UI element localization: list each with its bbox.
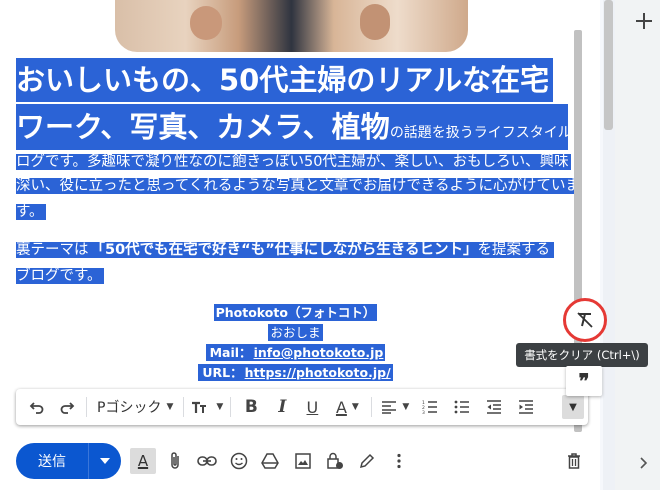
toolbar-divider bbox=[371, 397, 373, 417]
chevron-down-icon: ▼ bbox=[351, 402, 359, 412]
chevron-down-icon: ▼ bbox=[166, 402, 174, 412]
caret-down-icon bbox=[100, 458, 110, 464]
page-scrollbar[interactable] bbox=[604, 0, 613, 130]
formatting-options-button[interactable]: A bbox=[130, 448, 156, 474]
text-color-icon: A bbox=[335, 397, 347, 417]
signature-mail-link[interactable]: info@photokoto.jp bbox=[254, 345, 384, 360]
italic-button[interactable]: I bbox=[267, 393, 297, 421]
chevron-down-icon: ▼ bbox=[216, 402, 224, 412]
send-options-button[interactable] bbox=[88, 443, 121, 479]
paragraph-2-line-1: 裏テーマは 「50代でも在宅で好き“も”仕事にしながら生きるヒント」を提案する bbox=[16, 236, 554, 264]
italic-icon: I bbox=[278, 397, 287, 417]
add-addon-button[interactable] bbox=[633, 10, 655, 32]
underline-icon: U bbox=[306, 397, 319, 417]
paperclip-icon bbox=[171, 452, 179, 469]
undo-icon bbox=[29, 402, 44, 414]
insert-photo-button[interactable] bbox=[290, 448, 316, 474]
chevron-right-icon bbox=[640, 457, 648, 469]
svg-text:3: 3 bbox=[422, 410, 425, 414]
indent-less-button[interactable] bbox=[478, 393, 510, 421]
signature-url: URL： https://photokoto.jp/ bbox=[0, 362, 591, 384]
insert-signature-button[interactable] bbox=[354, 448, 380, 474]
chevron-down-icon: ▼ bbox=[569, 401, 577, 413]
indent-more-button[interactable] bbox=[510, 393, 542, 421]
signature-author: おおしま bbox=[268, 324, 323, 341]
redo-button[interactable] bbox=[52, 393, 82, 421]
quote-icon: ❞ bbox=[578, 369, 590, 393]
image-icon bbox=[295, 453, 311, 469]
compose-body[interactable]: おいしいもの、50代主婦のリアルな在宅 ワーク、写真、カメラ、植物の話題を扱うラ… bbox=[0, 0, 600, 490]
lock-clock-icon bbox=[327, 452, 343, 469]
profile-photo bbox=[115, 0, 468, 52]
bulleted-list-icon bbox=[454, 400, 470, 414]
redo-icon bbox=[60, 402, 75, 414]
confidential-mode-button[interactable] bbox=[322, 448, 348, 474]
insert-emoji-button[interactable] bbox=[226, 448, 252, 474]
trash-icon bbox=[568, 453, 580, 469]
quote-button[interactable]: ❞ bbox=[566, 366, 602, 396]
text-format-icon: A bbox=[137, 452, 149, 470]
bulleted-list-button[interactable] bbox=[446, 393, 478, 421]
toolbar-divider bbox=[230, 397, 232, 417]
clear-formatting-tooltip: 書式をクリア (Ctrl+\) bbox=[516, 343, 648, 367]
font-size-icon bbox=[192, 401, 207, 413]
undo-button[interactable] bbox=[22, 393, 52, 421]
paragraph-2-bold: 「50代でも在宅で好き“も”仕事にしながら生きるヒント」 bbox=[90, 242, 478, 258]
title-line-2-small: の話題を扱うライフスタイルブ bbox=[389, 125, 586, 141]
format-clear-icon bbox=[577, 312, 593, 328]
paragraph-2-line-2: ブログです。 bbox=[16, 268, 104, 284]
paragraph-1-line-2: 深い、役に立ったと思ってくれるような写真と文章でお届けできるように心がけていま bbox=[16, 178, 583, 194]
more-vert-icon bbox=[397, 453, 401, 469]
insert-link-button[interactable] bbox=[194, 448, 220, 474]
clear-formatting-button[interactable] bbox=[563, 298, 607, 342]
title-line-1: おいしいもの、50代主婦のリアルな在宅 bbox=[16, 58, 554, 102]
discard-draft-button[interactable] bbox=[561, 448, 587, 474]
numbered-list-button[interactable]: 123 bbox=[414, 393, 446, 421]
side-panel bbox=[615, 0, 660, 490]
font-size-button[interactable]: ▼ bbox=[188, 393, 226, 421]
align-button[interactable]: ▼ bbox=[376, 393, 414, 421]
align-left-icon bbox=[382, 401, 397, 414]
signature-url-link[interactable]: https://photokoto.jp/ bbox=[245, 365, 391, 380]
send-button[interactable]: 送信 bbox=[16, 443, 88, 479]
bold-button[interactable]: B bbox=[235, 393, 267, 421]
attach-button[interactable] bbox=[162, 448, 188, 474]
indent-more-icon bbox=[519, 400, 534, 414]
title-line-2-big: ワーク、写真、カメラ、植物 bbox=[16, 110, 390, 144]
signature-name: Photokoto（フォトコト） bbox=[213, 304, 378, 321]
text-color-button[interactable]: A ▼ bbox=[327, 393, 367, 421]
toolbar-divider bbox=[183, 397, 185, 417]
drive-icon bbox=[261, 453, 279, 469]
font-family-value: Pゴシック bbox=[97, 400, 162, 416]
title-line-2: ワーク、写真、カメラ、植物の話題を扱うライフスタイルブ bbox=[16, 104, 586, 150]
gmail-compose-window: おいしいもの、50代主婦のリアルな在宅 ワーク、写真、カメラ、植物の話題を扱うラ… bbox=[0, 0, 660, 490]
indent-less-icon bbox=[487, 400, 502, 414]
link-icon bbox=[197, 456, 217, 466]
send-button-group: 送信 bbox=[16, 443, 121, 479]
more-options-button[interactable] bbox=[386, 448, 412, 474]
more-formatting-button[interactable]: ▼ bbox=[562, 395, 584, 419]
underline-button[interactable]: U bbox=[297, 393, 327, 421]
plus-icon bbox=[636, 13, 652, 29]
chevron-down-icon: ▼ bbox=[402, 402, 410, 412]
bold-icon: B bbox=[244, 397, 258, 417]
emoji-icon bbox=[230, 452, 248, 470]
formatting-toolbar: Pゴシック ▼ ▼ B I U A ▼ ▼ 123 ▼ bbox=[16, 389, 588, 425]
paragraph-1-line-3: す。 bbox=[16, 204, 46, 220]
numbered-list-icon: 123 bbox=[422, 400, 438, 414]
font-family-select[interactable]: Pゴシック ▼ bbox=[91, 393, 179, 421]
pen-icon bbox=[359, 453, 375, 469]
insert-drive-button[interactable] bbox=[257, 448, 283, 474]
toolbar-divider bbox=[86, 397, 87, 417]
expand-side-panel-button[interactable] bbox=[636, 455, 650, 469]
signature-mail: Mail： info@photokoto.jp bbox=[0, 342, 591, 364]
